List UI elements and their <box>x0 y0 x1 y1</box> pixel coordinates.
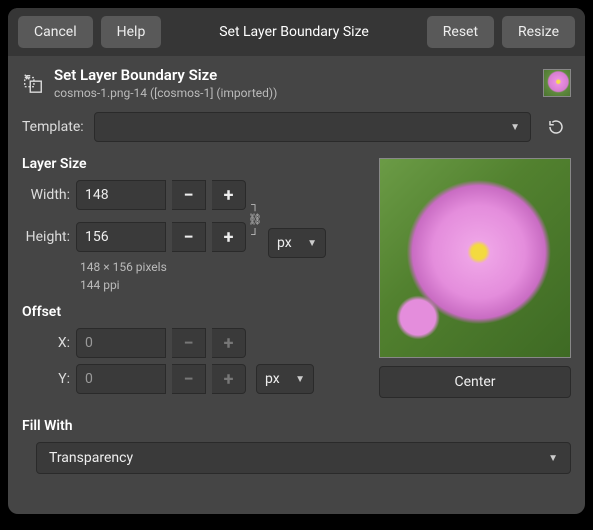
chevron-down-icon: ▼ <box>307 238 317 249</box>
chevron-down-icon: ▼ <box>548 453 558 464</box>
help-button[interactable]: Help <box>101 16 162 48</box>
offset-y-input[interactable] <box>76 364 166 394</box>
offset-unit-dropdown[interactable]: px ▼ <box>256 364 314 394</box>
layer-preview[interactable] <box>379 158 571 358</box>
width-label: Width: <box>22 187 70 203</box>
center-button[interactable]: Center <box>379 366 571 398</box>
fill-with-dropdown[interactable]: Transparency ▼ <box>36 442 571 474</box>
height-label: Height: <box>22 229 70 245</box>
offset-y-label: Y: <box>22 371 70 387</box>
layer-size-heading: Layer Size <box>22 156 363 172</box>
fill-with-value: Transparency <box>49 450 133 466</box>
resolution-text: 144 ppi <box>80 276 363 294</box>
height-decrement-button[interactable]: − <box>172 222 206 252</box>
offset-x-decrement-button: − <box>172 328 206 358</box>
chevron-down-icon: ▼ <box>295 374 305 385</box>
resize-layer-icon <box>22 72 44 94</box>
template-dropdown[interactable]: ▼ <box>94 112 531 142</box>
template-reset-button[interactable] <box>541 112 571 142</box>
bracket-bottom-icon: ┘ <box>251 229 259 240</box>
pixel-dimensions-text: 148 × 156 pixels <box>80 258 363 276</box>
height-input[interactable] <box>76 222 166 252</box>
width-increment-button[interactable]: + <box>212 180 246 210</box>
height-increment-button[interactable]: + <box>212 222 246 252</box>
offset-x-label: X: <box>22 335 70 351</box>
offset-y-increment-button: + <box>212 364 246 394</box>
offset-x-input[interactable] <box>76 328 166 358</box>
resize-button[interactable]: Resize <box>502 16 575 48</box>
chevron-down-icon: ▼ <box>510 122 520 133</box>
size-unit-dropdown[interactable]: px ▼ <box>268 228 326 258</box>
reset-icon <box>547 118 565 136</box>
bracket-top-icon: ┐ <box>251 199 259 210</box>
offset-x-increment-button: + <box>212 328 246 358</box>
dialog-subtitle: cosmos-1.png-14 ([cosmos-1] (imported)) <box>54 86 533 100</box>
fill-with-heading: Fill With <box>22 418 571 434</box>
chain-link-toggle[interactable]: ┐ ⛓ ┘ <box>248 187 262 251</box>
title-bar: Cancel Help Set Layer Boundary Size Rese… <box>8 8 585 56</box>
offset-heading: Offset <box>22 304 363 320</box>
width-input[interactable] <box>76 180 166 210</box>
size-unit-value: px <box>277 235 292 251</box>
offset-unit-value: px <box>265 371 280 387</box>
dialog-title: Set Layer Boundary Size <box>54 66 533 84</box>
template-label: Template: <box>22 119 84 135</box>
offset-y-decrement-button: − <box>172 364 206 394</box>
layer-thumbnail <box>543 69 571 97</box>
window-title: Set Layer Boundary Size <box>169 24 418 40</box>
chain-broken-icon: ⛓ <box>248 214 262 225</box>
reset-button[interactable]: Reset <box>427 16 494 48</box>
width-decrement-button[interactable]: − <box>172 180 206 210</box>
cancel-button[interactable]: Cancel <box>18 16 93 48</box>
